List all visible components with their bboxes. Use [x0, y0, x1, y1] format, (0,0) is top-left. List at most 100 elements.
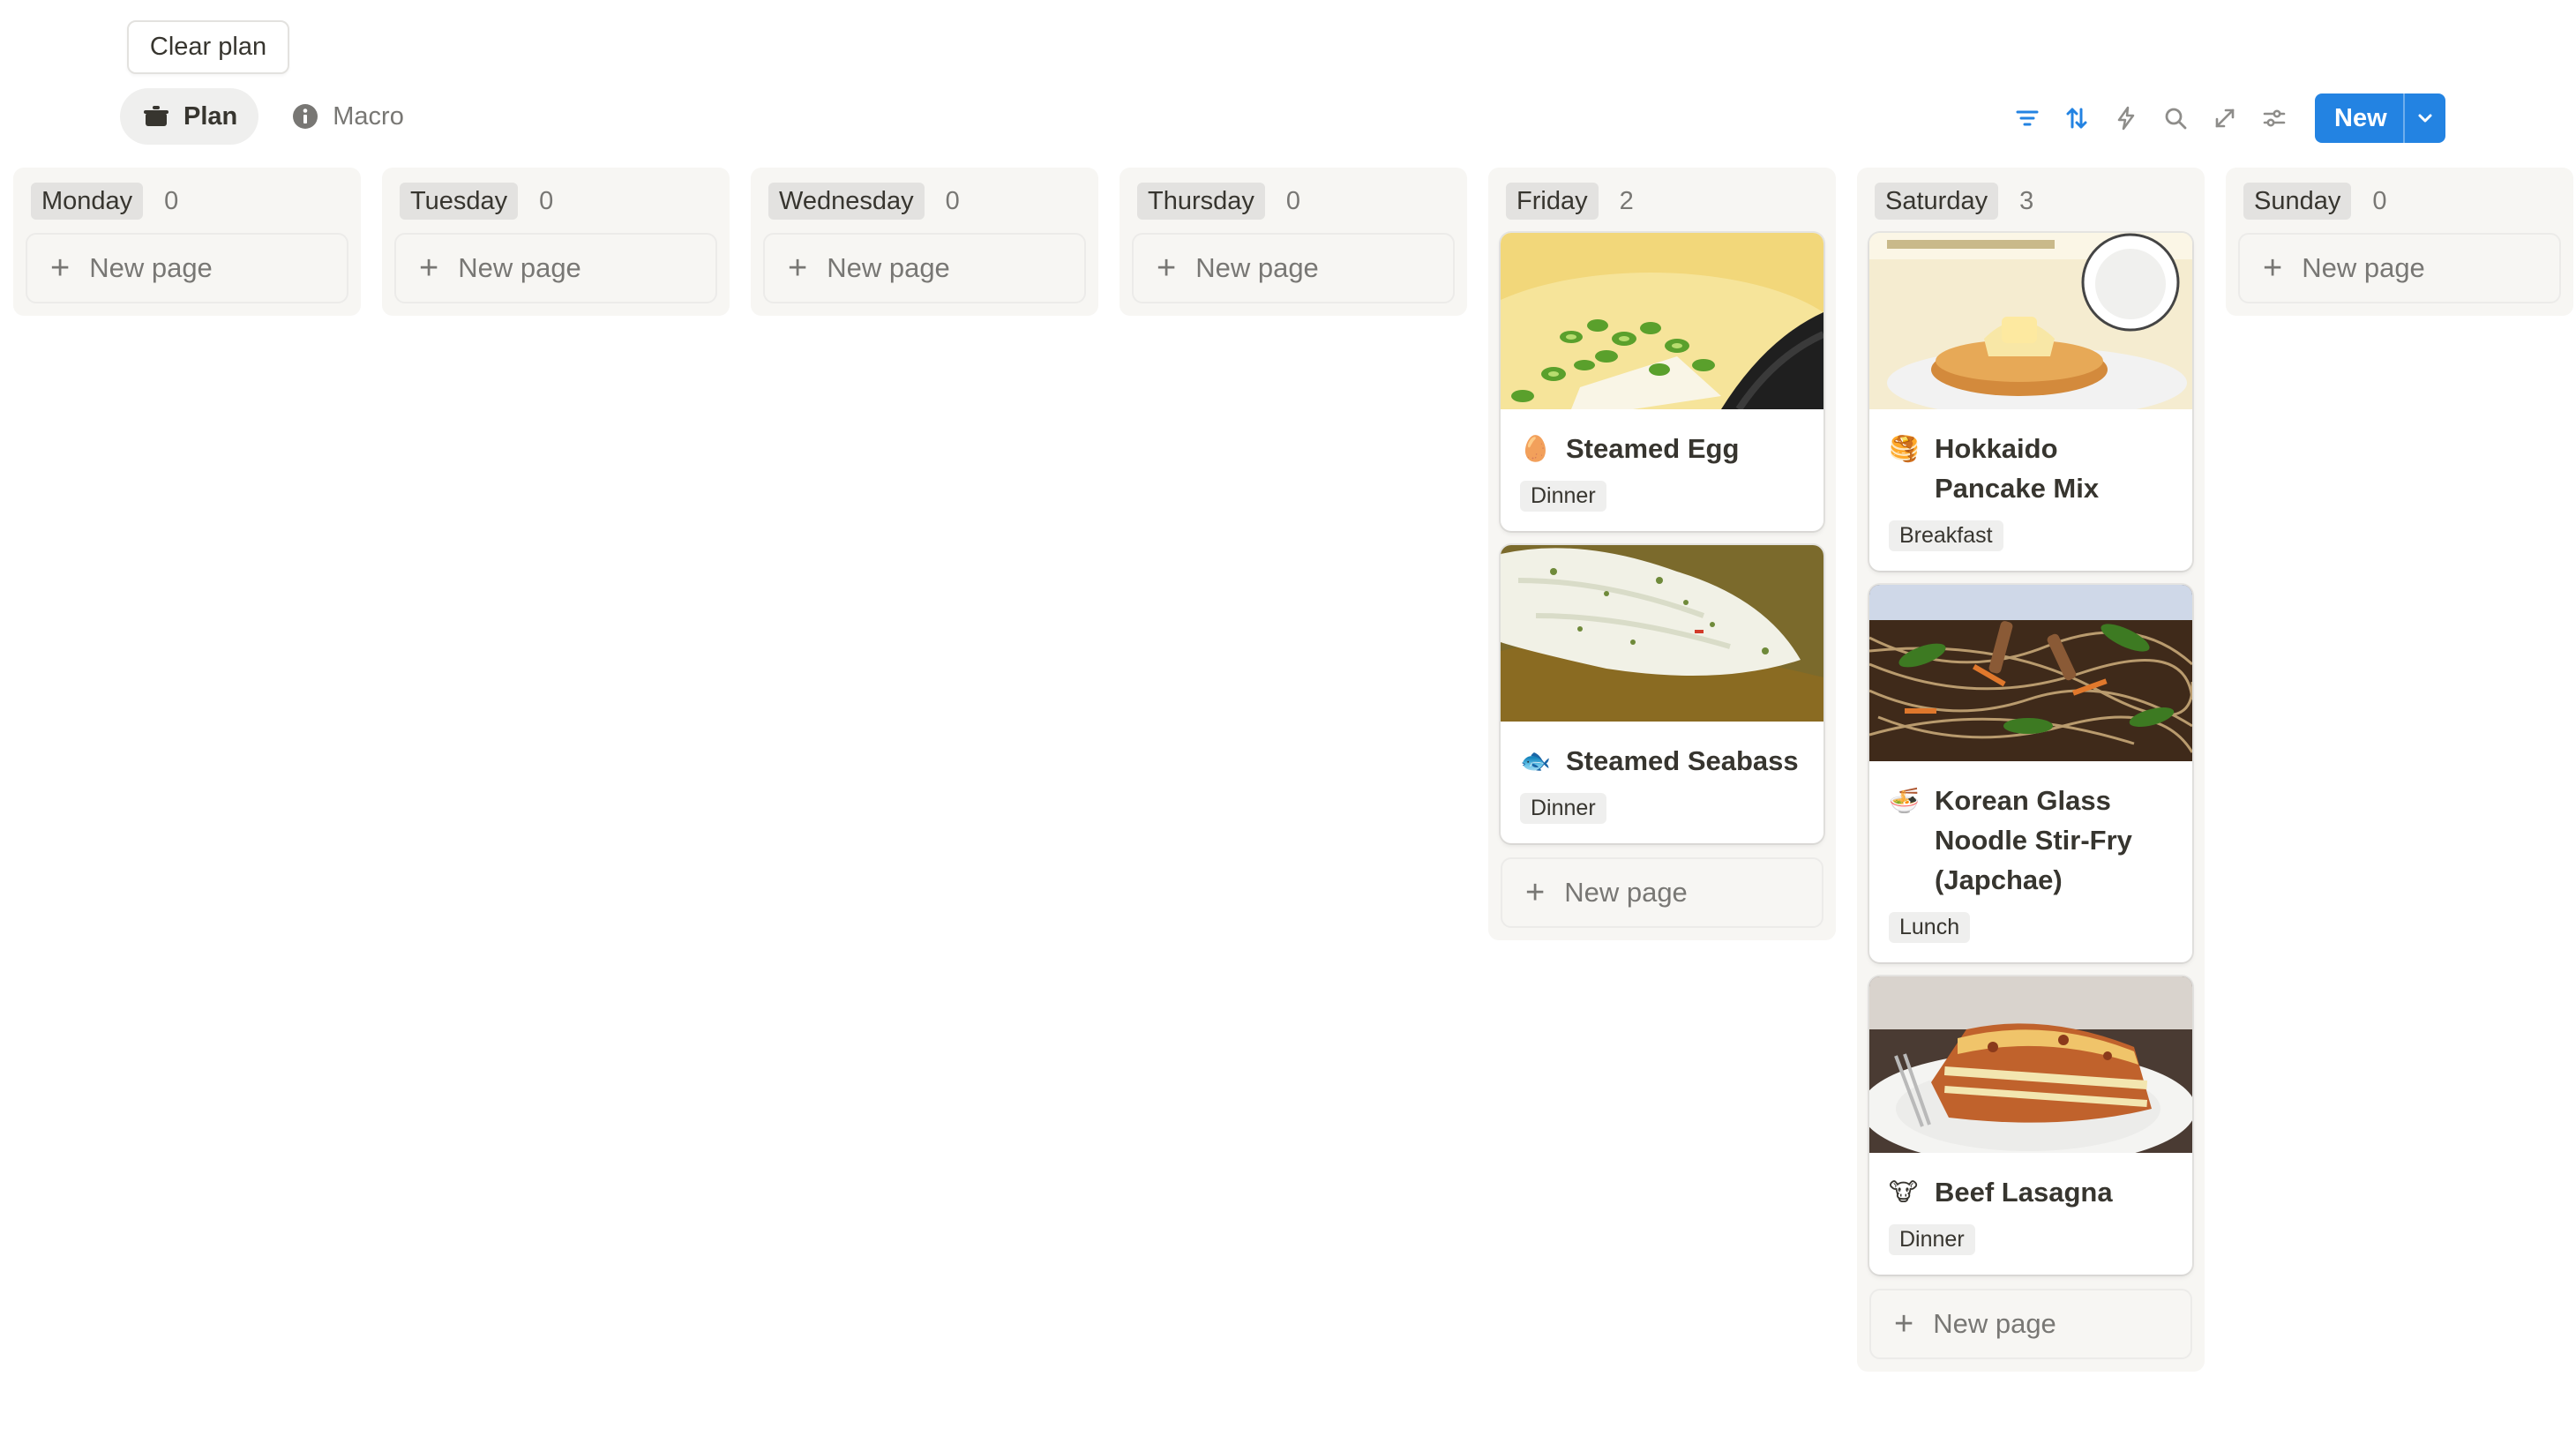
tab-plan-label: Plan — [183, 101, 238, 131]
card-title: Korean Glass Noodle Stir-Fry (Japchae) — [1935, 785, 2132, 895]
card-count: 2 — [1619, 186, 1634, 215]
meal-tag: Breakfast — [1889, 520, 2003, 551]
day-label[interactable]: Monday — [31, 183, 144, 220]
pot-icon — [141, 101, 171, 131]
new-page-label: New page — [1933, 1308, 2056, 1339]
day-label[interactable]: Tuesday — [400, 183, 519, 220]
plus-icon: + — [1525, 874, 1546, 911]
column-wednesday: Wednesday 0 + New page — [751, 168, 1098, 316]
new-page-button[interactable]: + New page — [26, 233, 348, 303]
chevron-down-icon — [2418, 114, 2432, 123]
meal-tag: Lunch — [1889, 912, 1971, 943]
recipe-card[interactable]: 🐟 Steamed Seabass Dinner — [1501, 545, 1823, 843]
cow-icon: 🐮 — [1889, 1178, 1919, 1206]
new-page-label: New page — [2302, 252, 2425, 283]
column-sunday: Sunday 0 + New page — [2226, 168, 2573, 316]
new-page-label: New page — [458, 252, 581, 283]
plus-icon: + — [788, 250, 808, 287]
settings-icon — [2263, 109, 2286, 127]
card-count: 0 — [164, 186, 179, 215]
recipe-card[interactable]: 🐮 Beef Lasagna Dinner — [1869, 976, 2192, 1275]
tab-plan[interactable]: Plan — [120, 88, 259, 145]
column-header: Saturday 3 — [1875, 182, 2192, 221]
automation-button[interactable] — [2101, 93, 2151, 143]
recipe-card[interactable]: 🥚 Steamed Egg Dinner — [1501, 233, 1823, 531]
expand-icon — [2215, 108, 2235, 128]
clear-plan-button[interactable]: Clear plan — [127, 20, 289, 74]
card-title: Beef Lasagna — [1935, 1177, 2113, 1208]
column-thursday: Thursday 0 + New page — [1120, 168, 1467, 316]
day-label[interactable]: Saturday — [1875, 183, 1999, 220]
meal-tag: Dinner — [1520, 793, 1606, 824]
day-label[interactable]: Sunday — [2243, 183, 2352, 220]
new-page-label: New page — [827, 252, 950, 283]
info-icon — [290, 101, 320, 131]
cover-image — [1869, 585, 2192, 761]
sort-icon — [2066, 108, 2087, 129]
plus-icon: + — [2263, 250, 2283, 287]
filter-button[interactable] — [2003, 93, 2052, 143]
new-button-label[interactable]: New — [2315, 93, 2403, 143]
card-count: 0 — [945, 186, 960, 215]
column-header: Thursday 0 — [1137, 182, 1455, 221]
column-monday: Monday 0 + New page — [13, 168, 361, 316]
card-title: Steamed Egg — [1566, 433, 1740, 464]
sort-button[interactable] — [2052, 93, 2101, 143]
egg-icon: 🥚 — [1520, 435, 1551, 462]
new-page-label: New page — [1564, 877, 1688, 908]
card-count: 0 — [2372, 186, 2387, 215]
column-tuesday: Tuesday 0 + New page — [382, 168, 730, 316]
new-page-button[interactable]: + New page — [1501, 857, 1823, 928]
new-page-button[interactable]: + New page — [394, 233, 717, 303]
board: Monday 0 + New page Tuesday 0 + New page… — [13, 168, 2573, 1372]
card-title: Hokkaido Pancake Mix — [1935, 433, 2100, 504]
cover-image — [1501, 545, 1823, 722]
expand-button[interactable] — [2200, 93, 2250, 143]
column-header: Friday 2 — [1506, 182, 1823, 221]
noodle-bowl-icon: 🍜 — [1889, 787, 1920, 814]
plus-icon: + — [419, 250, 439, 287]
search-icon — [2165, 108, 2187, 130]
tab-macro[interactable]: Macro — [269, 88, 425, 145]
new-page-label: New page — [1195, 252, 1319, 283]
card-count: 0 — [1285, 186, 1301, 215]
new-dropdown-button[interactable] — [2402, 93, 2445, 143]
card-count: 3 — [2019, 186, 2034, 215]
plus-icon: + — [1894, 1305, 1914, 1343]
search-button[interactable] — [2151, 93, 2200, 143]
column-header: Sunday 0 — [2243, 182, 2561, 221]
card-title: Steamed Seabass — [1566, 745, 1799, 776]
plus-icon: + — [1157, 250, 1177, 287]
cover-image — [1501, 233, 1823, 409]
new-page-button[interactable]: + New page — [2238, 233, 2561, 303]
day-label[interactable]: Wednesday — [768, 183, 925, 220]
settings-button[interactable] — [2250, 93, 2299, 143]
recipe-card[interactable]: 🥞 Hokkaido Pancake Mix Breakfast — [1869, 233, 2192, 571]
new-button[interactable]: New — [2315, 93, 2445, 143]
column-header: Monday 0 — [31, 182, 348, 221]
recipe-card[interactable]: 🍜 Korean Glass Noodle Stir-Fry (Japchae)… — [1869, 585, 2192, 962]
column-header: Tuesday 0 — [400, 182, 717, 221]
plus-icon: + — [50, 250, 71, 287]
column-saturday: Saturday 3 🥞 Hokkaido Pancake Mix Breakf… — [1857, 168, 2205, 1372]
column-friday: Friday 2 🥚 Steamed Egg Dinner 🐟 Steamed … — [1488, 168, 1836, 940]
day-label[interactable]: Thursday — [1137, 183, 1265, 220]
new-page-button[interactable]: + New page — [763, 233, 1086, 303]
new-page-button[interactable]: + New page — [1132, 233, 1455, 303]
filter-icon — [2016, 110, 2039, 126]
automation-icon — [2117, 106, 2135, 131]
pancake-icon: 🥞 — [1889, 435, 1920, 462]
tab-macro-label: Macro — [333, 101, 404, 131]
meal-tag: Dinner — [1520, 481, 1606, 512]
column-header: Wednesday 0 — [768, 182, 1086, 221]
new-page-label: New page — [89, 252, 213, 283]
new-page-button[interactable]: + New page — [1869, 1289, 2192, 1359]
fish-icon: 🐟 — [1520, 747, 1551, 774]
card-count: 0 — [539, 186, 554, 215]
day-label[interactable]: Friday — [1506, 183, 1599, 220]
meal-tag: Dinner — [1889, 1224, 1975, 1255]
toolbar: New — [2003, 93, 2445, 143]
cover-image — [1869, 233, 2192, 409]
view-tabs: Plan Macro — [120, 88, 425, 145]
cover-image — [1869, 976, 2192, 1153]
